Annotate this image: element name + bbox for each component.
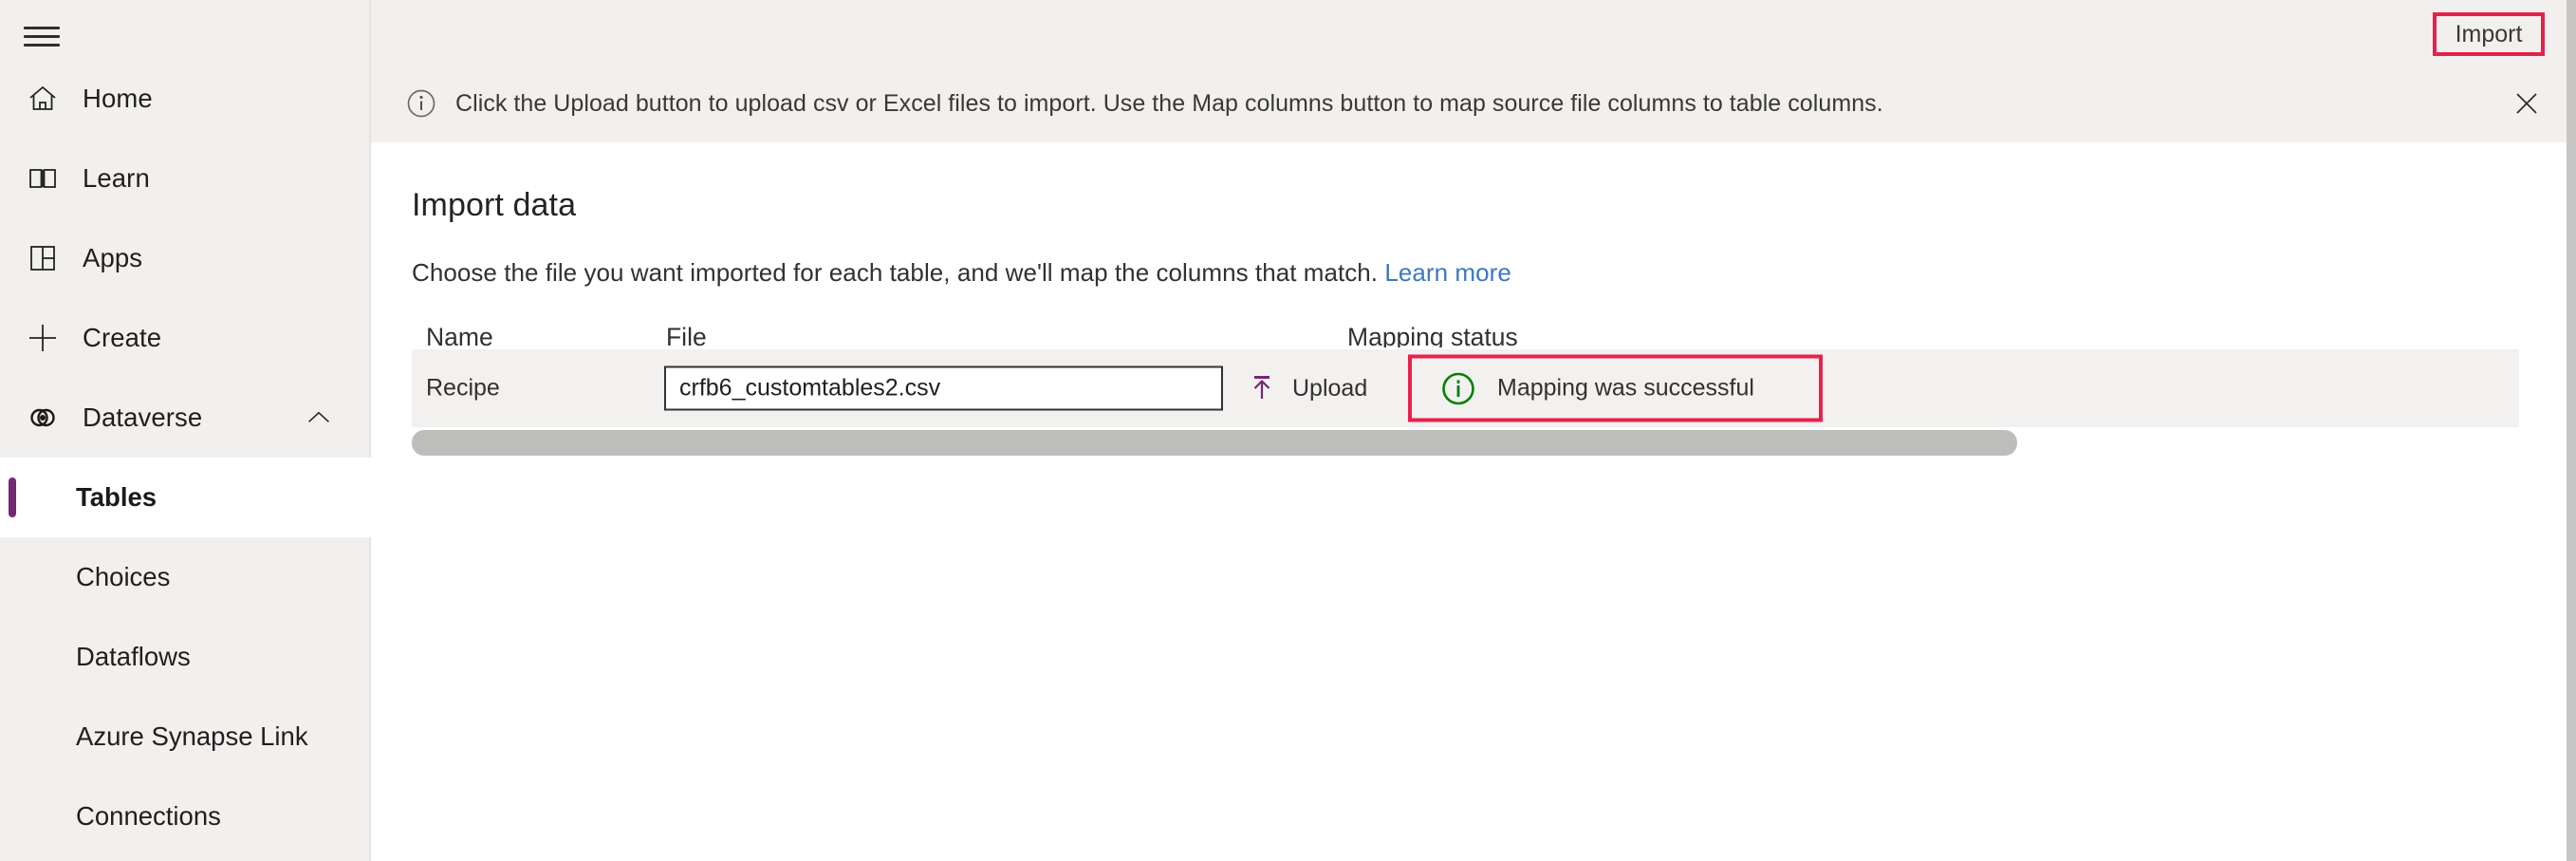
info-circle-green-icon bbox=[1440, 370, 1476, 406]
sidebar-item-dataflows[interactable]: Dataflows bbox=[0, 617, 371, 697]
sidebar-item-choices[interactable]: Choices bbox=[0, 537, 371, 617]
content-panel: Import data Choose the file you want imp… bbox=[371, 142, 2567, 459]
sidebar-item-learn[interactable]: Learn bbox=[0, 139, 371, 218]
vertical-scrollbar[interactable] bbox=[2567, 0, 2576, 861]
notification-message: Click the Upload button to upload csv or… bbox=[455, 90, 1883, 118]
home-icon bbox=[24, 80, 62, 118]
column-header-mapping-status: Mapping status bbox=[1347, 323, 1518, 347]
app-root: Home Learn bbox=[0, 0, 2576, 861]
sidebar-item-azure-synapse-link[interactable]: Azure Synapse Link bbox=[0, 697, 371, 777]
sidebar-item-label: Apps bbox=[83, 245, 142, 271]
notification-bar: Click the Upload button to upload csv or… bbox=[371, 65, 2567, 142]
sidebar-item-label: Choices bbox=[76, 564, 170, 590]
sidebar-item-tables[interactable]: Tables bbox=[0, 458, 371, 537]
horizontal-scrollbar-thumb[interactable] bbox=[412, 430, 2017, 456]
import-table: Name File Mapping status Recipe bbox=[412, 323, 2567, 459]
sidebar-item-label: Azure Synapse Link bbox=[76, 723, 308, 750]
command-bar: Import bbox=[371, 0, 2567, 65]
sidebar-item-label: Create bbox=[83, 325, 161, 351]
sidebar-item-label: Tables bbox=[76, 484, 157, 511]
sidebar-item-label: Dataverse bbox=[83, 404, 202, 431]
close-icon[interactable] bbox=[2511, 88, 2542, 119]
dataverse-icon bbox=[24, 399, 62, 437]
sidebar: Home Learn bbox=[0, 0, 371, 861]
horizontal-scrollbar[interactable] bbox=[412, 430, 2567, 459]
upload-button[interactable]: Upload bbox=[1247, 372, 1367, 404]
sidebar-item-label: Learn bbox=[83, 165, 150, 192]
import-button[interactable]: Import bbox=[2433, 12, 2545, 56]
sidebar-nav: Home Learn bbox=[0, 59, 371, 856]
chevron-up-icon[interactable] bbox=[306, 405, 331, 430]
info-circle-icon bbox=[405, 87, 437, 120]
vertical-scrollbar-thumb[interactable] bbox=[2567, 0, 2576, 861]
mapping-status-text: Mapping was successful bbox=[1497, 375, 1754, 402]
column-header-name: Name bbox=[426, 323, 493, 347]
column-header-file: File bbox=[666, 323, 707, 347]
plus-icon bbox=[24, 319, 62, 357]
sidebar-item-connections[interactable]: Connections bbox=[0, 777, 371, 856]
page-title: Import data bbox=[412, 187, 2567, 224]
hamburger-menu-icon[interactable] bbox=[24, 27, 60, 51]
sidebar-item-label: Home bbox=[83, 85, 153, 112]
sidebar-item-apps[interactable]: Apps bbox=[0, 218, 371, 298]
upload-button-label: Upload bbox=[1292, 375, 1367, 402]
file-name-input[interactable] bbox=[664, 366, 1223, 411]
hamburger-line bbox=[24, 27, 60, 29]
page-description-text: Choose the file you want imported for ea… bbox=[412, 258, 1378, 287]
table-row: Recipe Upload bbox=[412, 349, 2519, 427]
book-icon bbox=[24, 159, 62, 197]
upload-arrow-icon bbox=[1247, 372, 1279, 404]
hamburger-line bbox=[24, 35, 60, 38]
apps-grid-icon bbox=[24, 239, 62, 277]
sidebar-item-create[interactable]: Create bbox=[0, 298, 371, 378]
import-button-label: Import bbox=[2456, 21, 2523, 48]
sidebar-item-home[interactable]: Home bbox=[0, 59, 371, 139]
table-cell-name: Recipe bbox=[426, 375, 500, 402]
sidebar-item-label: Connections bbox=[76, 803, 221, 830]
main-area: Import Click the Upload button to upload… bbox=[371, 0, 2576, 861]
hamburger-line bbox=[24, 44, 60, 47]
learn-more-link[interactable]: Learn more bbox=[1384, 258, 1510, 287]
sidebar-item-dataverse[interactable]: Dataverse bbox=[0, 378, 371, 458]
sidebar-item-label: Dataflows bbox=[76, 644, 191, 670]
table-header-row: Name File Mapping status bbox=[412, 323, 2567, 347]
page-description: Choose the file you want imported for ea… bbox=[412, 258, 2567, 288]
mapping-status-badge: Mapping was successful bbox=[1408, 355, 1823, 422]
